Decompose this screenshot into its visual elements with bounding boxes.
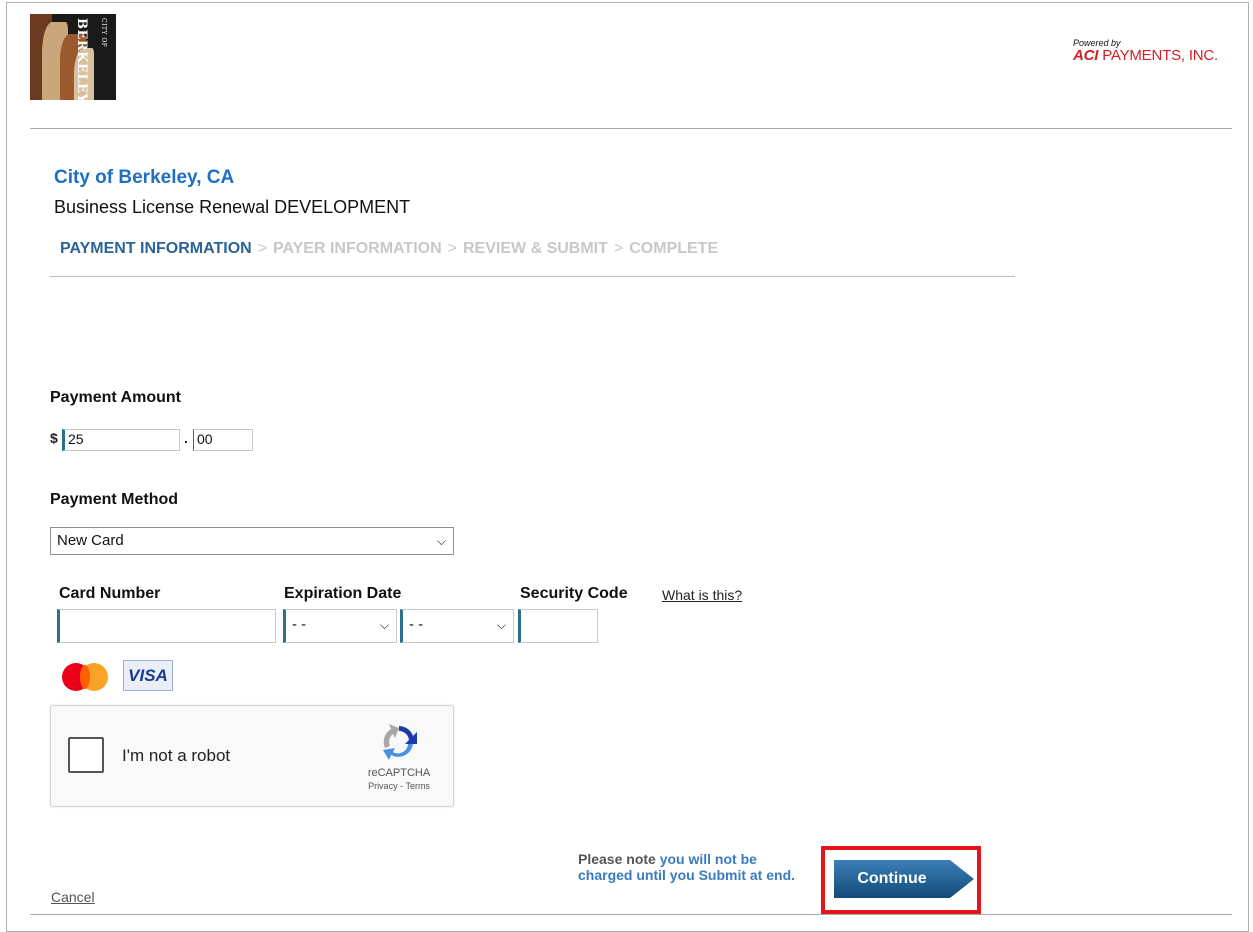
logo-city-of: CITY OF	[100, 18, 107, 48]
currency-symbol: $	[50, 430, 58, 446]
steps-divider	[50, 276, 1015, 277]
expiration-year-select[interactable]: - - ⌵	[400, 609, 514, 643]
progress-steps: PAYMENT INFORMATION > PAYER INFORMATION > RE…	[60, 240, 719, 257]
expiration-month-value: - -	[292, 616, 307, 633]
powered-by-aci: Powered by ACI PAYMENTS, INC.	[1073, 38, 1218, 64]
recaptcha-logo-icon	[383, 724, 417, 760]
step-complete: COMPLETE	[629, 240, 719, 257]
continue-highlight-box: Continue	[821, 846, 981, 914]
aci-payments-logo: ACI PAYMENTS, INC.	[1073, 47, 1219, 64]
step-review-submit: REVIEW & SUBMIT	[463, 240, 608, 257]
privacy-link[interactable]: Privacy	[368, 781, 398, 791]
expiration-date-label: Expiration Date	[284, 585, 402, 602]
recaptcha-links: Privacy - Terms	[368, 781, 430, 791]
recaptcha-branding: reCAPTCHA Privacy - Terms	[356, 722, 442, 791]
card-number-input[interactable]	[57, 609, 276, 643]
recaptcha-brand-text: reCAPTCHA	[367, 767, 431, 779]
card-number-label: Card Number	[59, 585, 161, 602]
payment-amount-label: Payment Amount	[50, 389, 181, 406]
step-payment-information: PAYMENT INFORMATION	[60, 240, 252, 257]
expiration-month-select[interactable]: - - ⌵	[283, 609, 397, 643]
page-subtitle: Business License Renewal DEVELOPMENT	[54, 197, 411, 217]
footer-divider	[30, 914, 1232, 915]
recaptcha-label: I'm not a robot	[122, 746, 231, 765]
payment-method-value: New Card	[57, 532, 124, 549]
visa-icon: VISA	[123, 660, 173, 691]
payment-method-label: Payment Method	[50, 491, 179, 508]
decimal-point: .	[184, 430, 188, 446]
security-code-input[interactable]	[518, 609, 598, 643]
security-code-label: Security Code	[520, 585, 628, 602]
recaptcha-widget: I'm not a robot reCAPTCHA Privacy - Term…	[50, 705, 454, 807]
recaptcha-checkbox[interactable]	[68, 737, 104, 773]
continue-label: Continue	[857, 870, 927, 887]
payment-method-select[interactable]: New Card ⌵	[50, 527, 454, 555]
header-divider	[30, 128, 1232, 129]
chevron-down-icon: ⌵	[436, 534, 446, 548]
charge-note: Please note you will not be charged unti…	[578, 851, 796, 883]
what-is-this-link[interactable]: What is this?	[662, 587, 742, 603]
city-logo: CITY OF BERKELEY	[30, 14, 116, 100]
logo-berkeley: BERKELEY	[74, 18, 89, 100]
org-name: City of Berkeley, CA	[54, 167, 235, 188]
terms-link[interactable]: Terms	[405, 781, 430, 791]
cancel-link[interactable]: Cancel	[51, 889, 95, 905]
continue-button[interactable]: Continue	[834, 860, 974, 898]
chevron-down-icon: ⌵	[379, 618, 389, 632]
amount-cents-input[interactable]: 00	[193, 429, 253, 451]
mastercard-icon	[62, 663, 110, 691]
chevron-down-icon: ⌵	[496, 618, 506, 632]
amount-dollars-input[interactable]: 25	[62, 429, 180, 451]
expiration-year-value: - -	[409, 616, 424, 633]
step-payer-information: PAYER INFORMATION	[273, 240, 442, 257]
